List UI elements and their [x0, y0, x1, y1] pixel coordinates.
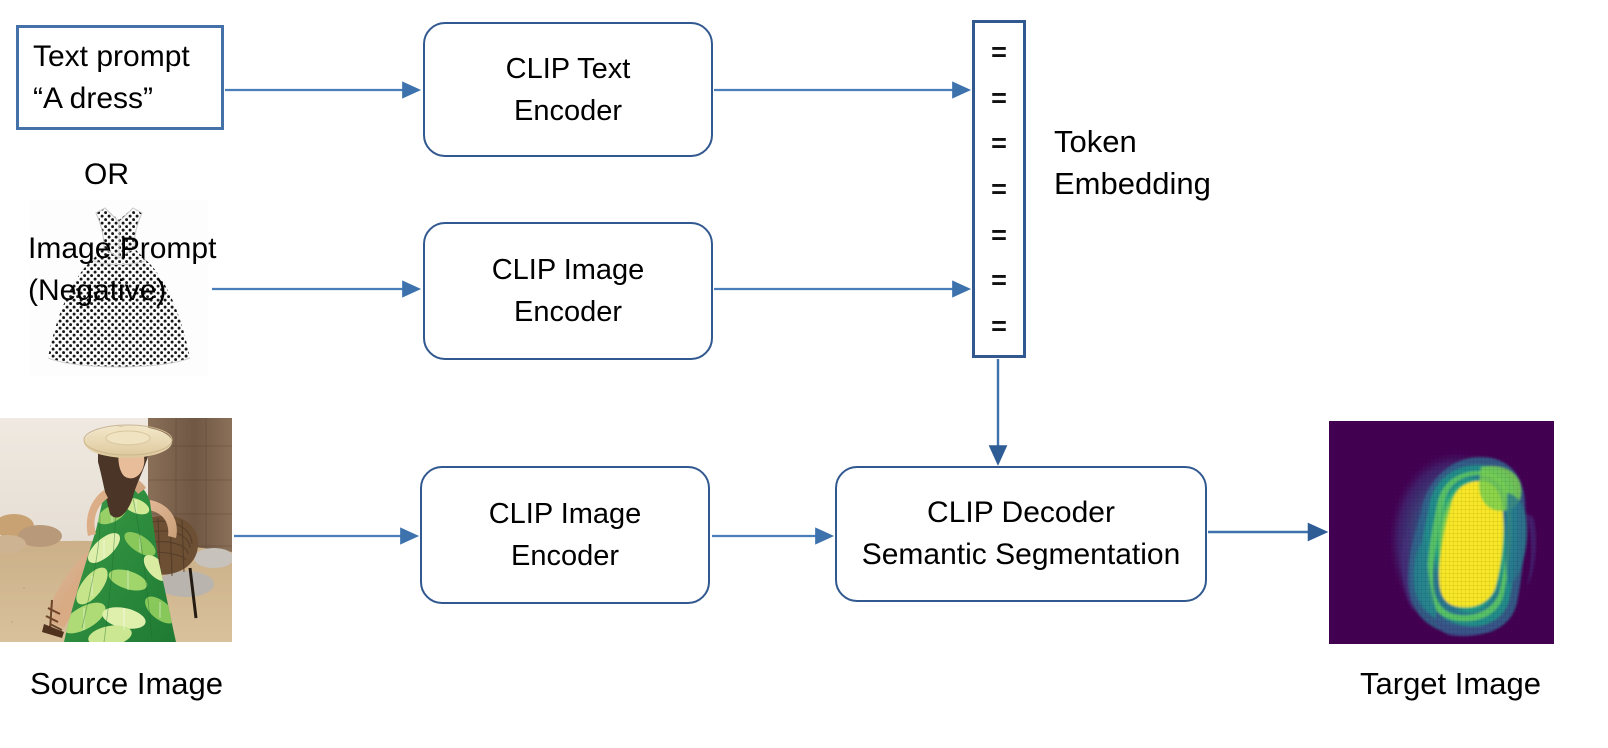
clip-image-encoder-prompt-line-1: CLIP Image: [491, 254, 645, 286]
token-embedding-row: =: [991, 265, 1007, 296]
token-embedding-row: =: [991, 82, 1007, 113]
token-embedding-row: =: [991, 128, 1007, 159]
source-image: [0, 418, 232, 642]
clip-decoder-box[interactable]: CLIP Decoder Semantic Segmentation: [835, 466, 1207, 602]
clip-image-encoder-source-line-1: CLIP Image: [488, 498, 642, 530]
clip-text-encoder-line-2: Encoder: [513, 94, 622, 127]
image-prompt-label: Image Prompt (Negative): [28, 228, 216, 312]
token-embedding-label: Token Embedding: [1054, 121, 1211, 205]
or-label: OR: [84, 158, 129, 191]
clip-text-encoder-box[interactable]: CLIP Text Encoder: [423, 22, 713, 157]
clip-image-encoder-prompt-line-2: Encoder: [513, 296, 622, 328]
clip-decoder-line-1: CLIP Decoder: [927, 496, 1115, 529]
clip-decoder-line-2: Semantic Segmentation: [861, 538, 1181, 571]
text-prompt-line-1: Text prompt: [33, 40, 190, 73]
token-embedding-label-line-2: Embedding: [1054, 166, 1211, 201]
target-image-caption: Target Image: [1360, 666, 1541, 701]
token-embedding-label-line-1: Token: [1054, 124, 1137, 159]
clip-image-encoder-source-line-2: Encoder: [510, 540, 619, 572]
token-embedding-row: =: [991, 219, 1007, 250]
text-prompt-line-2: “A dress”: [33, 82, 154, 115]
token-embedding-row: =: [991, 311, 1007, 342]
text-prompt-box[interactable]: Text prompt “A dress”: [16, 25, 224, 130]
clip-image-encoder-prompt-box[interactable]: CLIP Image Encoder: [423, 222, 713, 360]
token-embedding-column: = = = = = = =: [972, 20, 1026, 358]
target-image: [1329, 421, 1554, 644]
clip-text-encoder-line-1: CLIP Text: [505, 52, 631, 85]
diagram-canvas: Text prompt “A dress” OR Image Prompt (N…: [0, 0, 1608, 748]
image-prompt-line-1: Image Prompt: [28, 232, 217, 265]
image-prompt-line-2: (Negative): [28, 274, 167, 307]
token-embedding-row: =: [991, 173, 1007, 204]
source-image-caption: Source Image: [30, 666, 223, 701]
token-embedding-row: =: [991, 36, 1007, 67]
clip-image-encoder-source-box[interactable]: CLIP Image Encoder: [420, 466, 710, 604]
